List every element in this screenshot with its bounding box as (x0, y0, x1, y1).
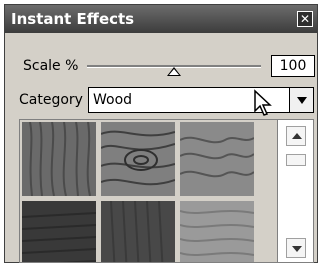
category-dropdown-button[interactable] (289, 88, 313, 112)
category-select[interactable]: Wood (88, 87, 314, 113)
gallery-scrollbar[interactable] (277, 120, 313, 262)
arrow-cursor-icon (254, 89, 272, 116)
wood-grain-dark-icon (21, 201, 97, 262)
wood-grain-light-icon (179, 201, 255, 262)
wood-grain-wavy-icon (179, 122, 255, 196)
wood-texture-thumbnail[interactable] (178, 120, 256, 198)
category-label: Category (19, 92, 83, 108)
titlebar[interactable]: Instant Effects ✕ (5, 5, 317, 33)
instant-effects-window: Instant Effects ✕ Scale % 100 Category W… (4, 4, 318, 263)
wood-texture-thumbnail[interactable] (99, 199, 177, 262)
scroll-up-button[interactable] (286, 126, 306, 146)
wood-texture-thumbnail[interactable] (20, 120, 98, 198)
scale-value-input[interactable]: 100 (271, 55, 315, 77)
slider-thumb[interactable] (167, 67, 181, 76)
wood-grain-knots-icon (100, 122, 176, 196)
category-selected-value: Wood (93, 92, 133, 108)
wood-texture-thumbnail[interactable] (20, 199, 98, 262)
close-button[interactable]: ✕ (297, 11, 313, 27)
window-title: Instant Effects (11, 10, 135, 28)
wood-texture-thumbnail[interactable] (99, 120, 177, 198)
scale-label: Scale % (23, 58, 79, 74)
scroll-thumb[interactable] (286, 154, 306, 166)
wood-grain-vertical-icon (22, 121, 96, 197)
wood-texture-thumbnail[interactable] (178, 199, 256, 262)
wood-grain-medium-icon (101, 200, 175, 262)
texture-gallery (19, 119, 314, 263)
close-icon: ✕ (299, 12, 311, 26)
scroll-down-button[interactable] (286, 238, 306, 258)
